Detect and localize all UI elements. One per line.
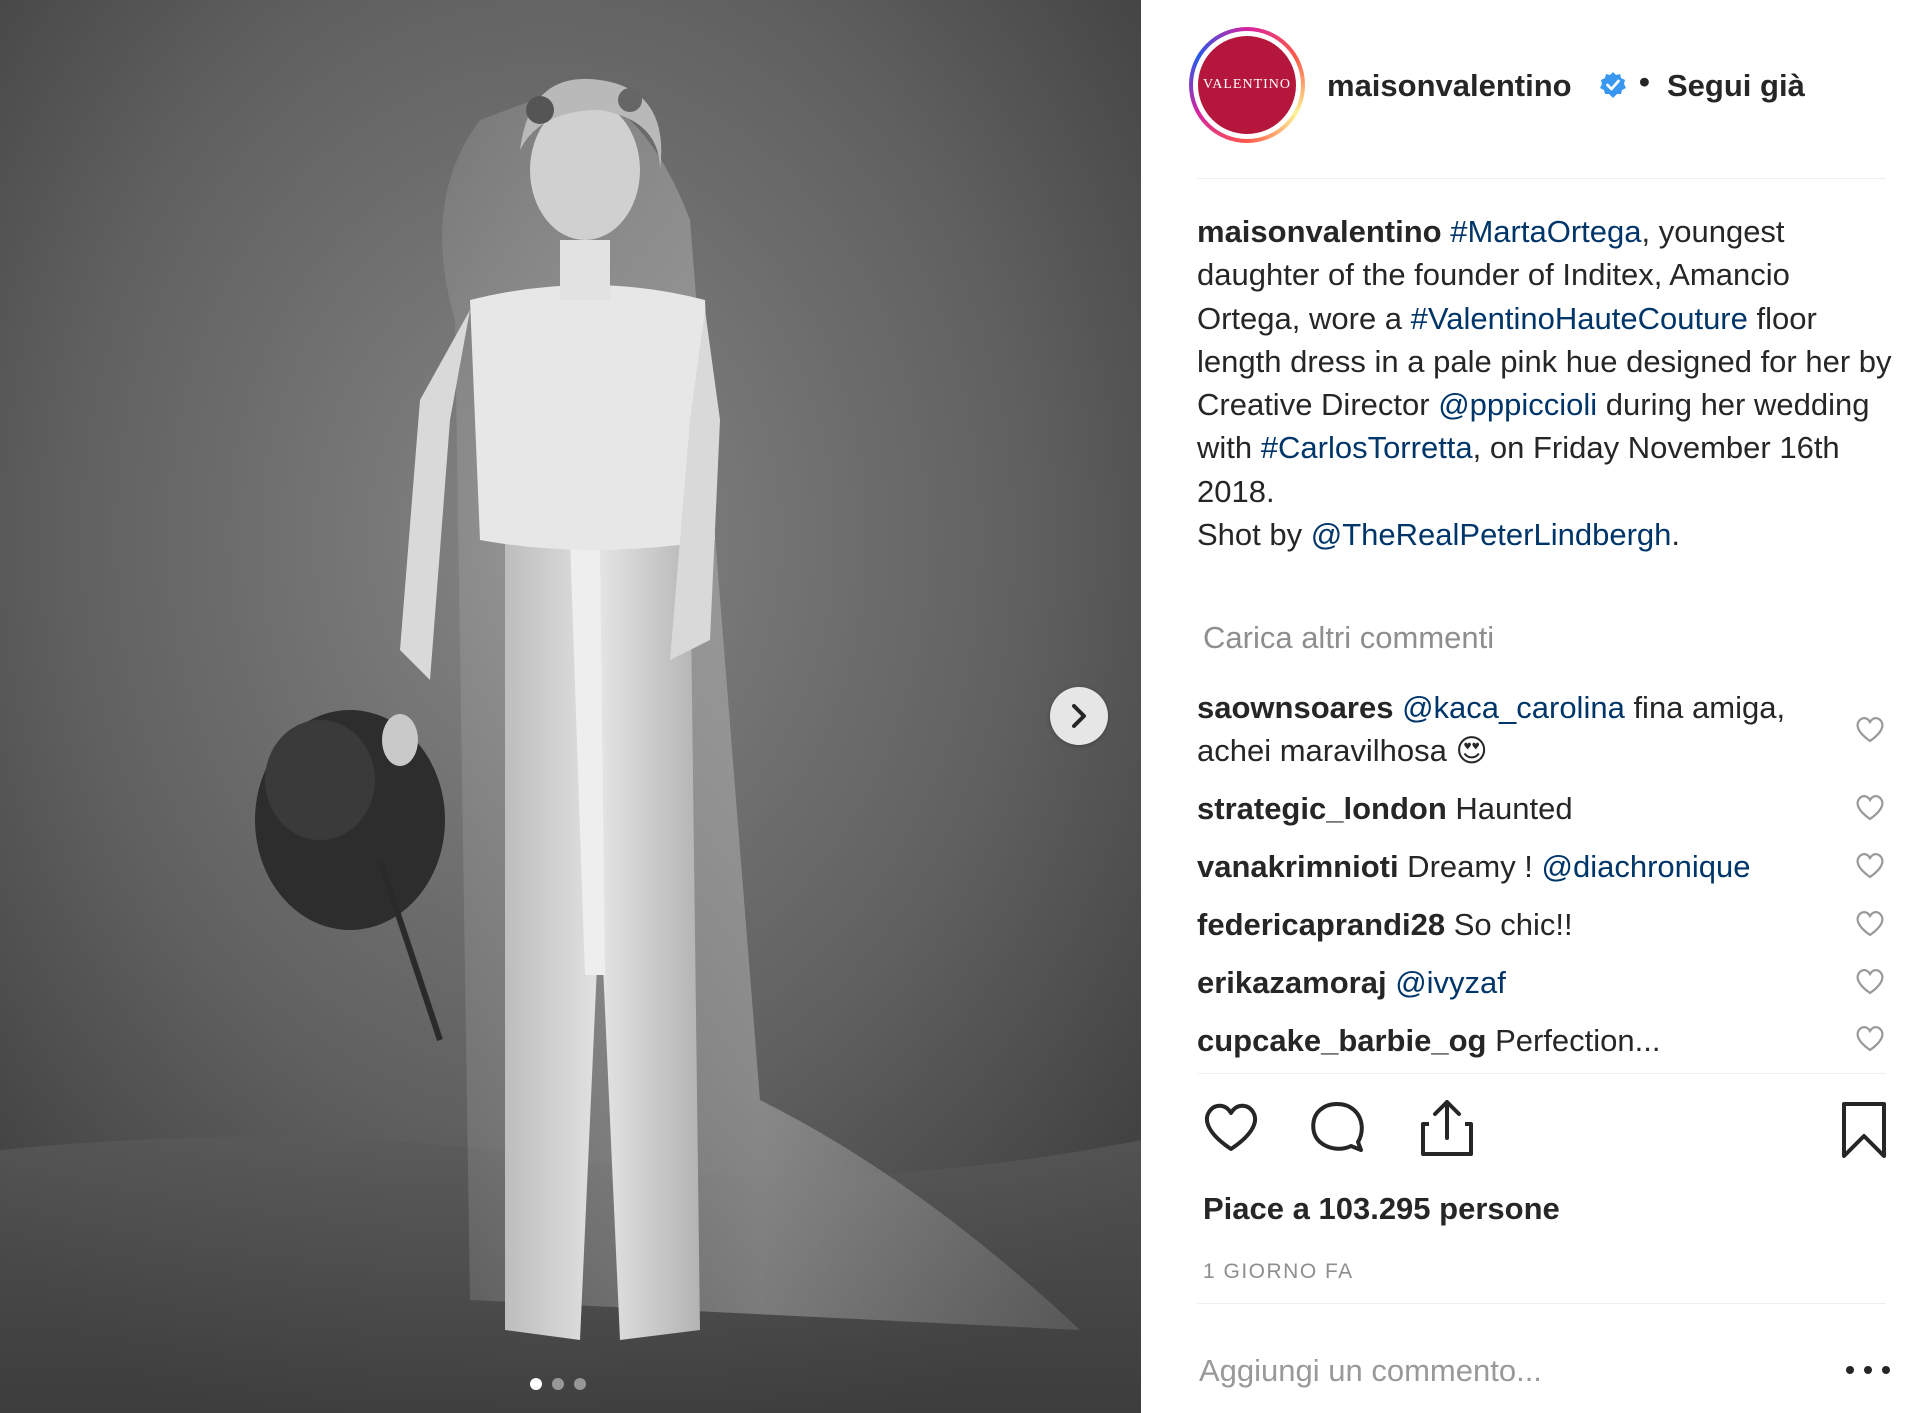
comment-username-link[interactable]: saownsoares bbox=[1197, 690, 1393, 725]
verified-badge-icon bbox=[1600, 72, 1626, 98]
wedding-photo-illustration bbox=[0, 0, 1141, 1413]
carousel-dot-active[interactable] bbox=[530, 1378, 542, 1390]
comment-item: saownsoares @kaca_carolina fina amiga, a… bbox=[1197, 686, 1837, 772]
hashtag-link[interactable]: #CarlosTorretta bbox=[1261, 430, 1473, 465]
carousel-dot[interactable] bbox=[552, 1378, 564, 1390]
likes-count-link[interactable]: Piace a 103.295 persone bbox=[1203, 1191, 1560, 1227]
comment-username-link[interactable]: federicaprandi28 bbox=[1197, 907, 1445, 942]
comment-username-link[interactable]: strategic_london bbox=[1197, 791, 1447, 826]
comment-item: cupcake_barbie_og Perfection... bbox=[1197, 1019, 1837, 1062]
carousel-dot[interactable] bbox=[574, 1378, 586, 1390]
comment-item: erikazamoraj @ivyzaf bbox=[1197, 961, 1837, 1004]
following-button[interactable]: Segui già bbox=[1667, 68, 1805, 104]
more-options-dot bbox=[1882, 1366, 1890, 1374]
post-photo[interactable] bbox=[0, 0, 1141, 1413]
heart-eyes-emoji: 😍 bbox=[1455, 733, 1488, 768]
header-username-link[interactable]: maisonvalentino bbox=[1327, 68, 1572, 104]
comment-item: strategic_london Haunted bbox=[1197, 787, 1837, 830]
post-header: VALENTINO maisonvalentino • Segui già bbox=[1141, 0, 1920, 178]
next-photo-button[interactable] bbox=[1050, 687, 1108, 745]
load-more-comments-button[interactable]: Carica altri commenti bbox=[1203, 620, 1494, 656]
comment-text: Perfection... bbox=[1486, 1023, 1661, 1058]
comment-text bbox=[1387, 965, 1396, 1000]
like-comment-heart-icon[interactable] bbox=[1854, 714, 1886, 744]
like-comment-heart-icon[interactable] bbox=[1854, 850, 1886, 880]
more-options-button[interactable] bbox=[1846, 1355, 1890, 1385]
more-options-dot bbox=[1864, 1366, 1872, 1374]
post-caption: maisonvalentino #MartaOrtega, youngest d… bbox=[1197, 210, 1897, 556]
caption-text: Shot by bbox=[1197, 517, 1311, 553]
hashtag-link[interactable]: #ValentinoHauteCouture bbox=[1411, 301, 1748, 336]
mention-link[interactable]: @ivyzaf bbox=[1395, 965, 1506, 1000]
comment-text: So chic!! bbox=[1445, 907, 1573, 942]
like-comment-heart-icon[interactable] bbox=[1854, 1023, 1886, 1053]
comment-username-link[interactable]: vanakrimnioti bbox=[1197, 849, 1399, 884]
caption-text: . bbox=[1671, 517, 1681, 553]
comment-text: Dreamy ! bbox=[1398, 849, 1542, 884]
like-comment-heart-icon[interactable] bbox=[1854, 966, 1886, 996]
more-options-dot bbox=[1846, 1366, 1854, 1374]
avatar-frame: VALENTINO bbox=[1193, 31, 1301, 139]
avatar-story-ring[interactable]: VALENTINO bbox=[1189, 27, 1305, 143]
comment-bubble-icon[interactable] bbox=[1308, 1098, 1366, 1156]
comment-text: Haunted bbox=[1446, 791, 1573, 826]
divider bbox=[1197, 178, 1886, 179]
chevron-right-icon bbox=[1072, 704, 1086, 728]
hashtag-link[interactable]: #MartaOrtega bbox=[1450, 214, 1641, 249]
mention-link[interactable]: @kaca_carolina bbox=[1402, 690, 1625, 725]
header-separator: • bbox=[1639, 64, 1650, 99]
caption-username-link[interactable]: maisonvalentino bbox=[1197, 214, 1442, 249]
mention-link[interactable]: @TheRealPeterLindbergh bbox=[1311, 517, 1672, 552]
divider bbox=[1197, 1073, 1886, 1074]
caption-text bbox=[1442, 214, 1451, 249]
comment-item: federicaprandi28 So chic!! bbox=[1197, 903, 1837, 946]
comment-username-link[interactable]: erikazamoraj bbox=[1197, 965, 1387, 1000]
carousel-dots bbox=[530, 1378, 586, 1390]
comment-item: vanakrimnioti Dreamy ! @diachronique bbox=[1197, 845, 1837, 888]
add-comment-input[interactable] bbox=[1199, 1348, 1799, 1394]
mention-link[interactable]: @diachronique bbox=[1542, 849, 1751, 884]
avatar: VALENTINO bbox=[1198, 36, 1296, 134]
bookmark-icon[interactable] bbox=[1840, 1100, 1888, 1160]
post-timestamp[interactable]: 1 GIORNO FA bbox=[1203, 1260, 1354, 1284]
post-side-panel: VALENTINO maisonvalentino • Segui già ma… bbox=[1141, 0, 1920, 1413]
like-comment-heart-icon[interactable] bbox=[1854, 908, 1886, 938]
comment-username-link[interactable]: cupcake_barbie_og bbox=[1197, 1023, 1486, 1058]
like-heart-icon[interactable] bbox=[1201, 1100, 1261, 1154]
divider bbox=[1197, 1303, 1886, 1304]
share-icon[interactable] bbox=[1419, 1098, 1475, 1158]
mention-link[interactable]: @pppiccioli bbox=[1438, 387, 1597, 422]
like-comment-heart-icon[interactable] bbox=[1854, 792, 1886, 822]
